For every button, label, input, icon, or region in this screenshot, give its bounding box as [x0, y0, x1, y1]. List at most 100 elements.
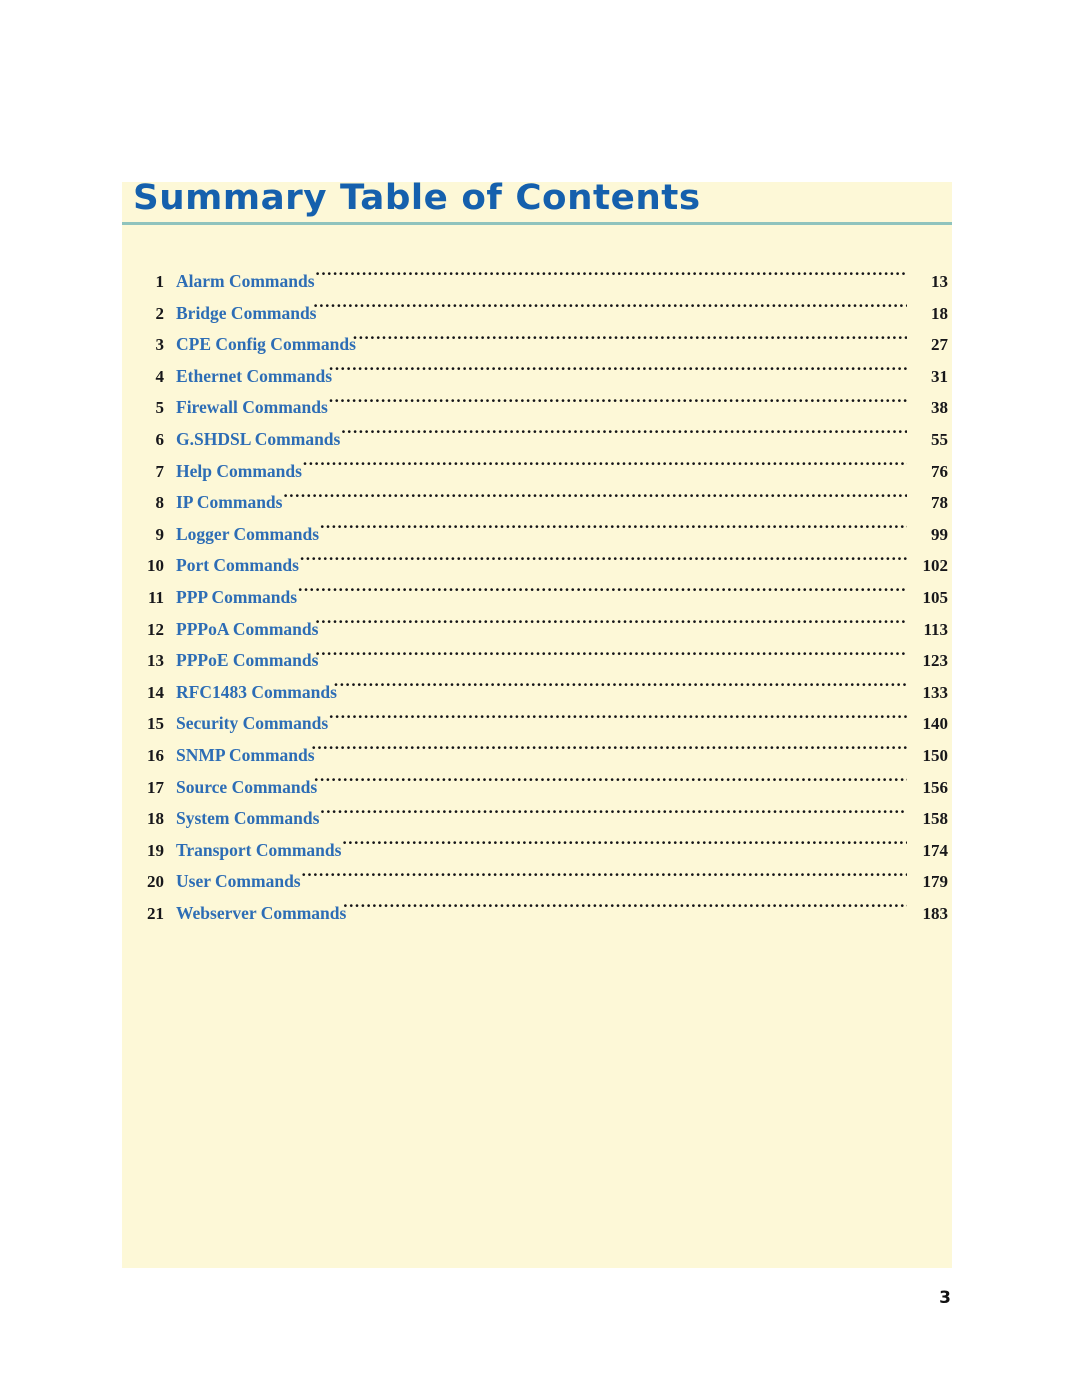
page-number-folio: 3 — [939, 1288, 951, 1308]
toc-entry[interactable]: 11 PPP Commands 105 — [122, 582, 952, 614]
toc-entry[interactable]: 9 Logger Commands 99 — [122, 519, 952, 551]
toc-dot-leader — [312, 741, 907, 761]
toc-entry-page-number: 133 — [922, 682, 949, 702]
toc-entry-number: 17 — [147, 777, 164, 797]
toc-dot-leader — [315, 646, 907, 666]
toc-entry-label[interactable]: Logger Commands — [176, 519, 319, 551]
toc-entry-label[interactable]: PPPoE Commands — [176, 645, 318, 677]
toc-entry-number: 13 — [147, 651, 164, 671]
toc-entry[interactable]: 13 PPPoE Commands 123 — [122, 645, 952, 677]
toc-dot-leader — [341, 425, 907, 445]
toc-entry-number: 15 — [147, 714, 164, 734]
toc-dot-leader — [303, 457, 907, 477]
toc-dot-leader — [314, 773, 907, 793]
toc-entry-page-number: 183 — [922, 903, 949, 923]
toc-entry-label[interactable]: Bridge Commands — [176, 298, 317, 330]
toc-entry-label[interactable]: Port Commands — [176, 550, 299, 582]
toc-entry-label[interactable]: Security Commands — [176, 708, 328, 740]
toc-entry-label[interactable]: PPPoA Commands — [176, 614, 318, 646]
toc-entry-number: 7 — [155, 461, 165, 481]
toc-entry-label[interactable]: Webserver Commands — [176, 898, 346, 930]
toc-entry-page-number: 150 — [922, 745, 949, 765]
toc-entry-page-number: 31 — [931, 366, 948, 386]
toc-dot-leader — [320, 520, 907, 540]
toc-entry-number: 10 — [147, 556, 164, 576]
toc-entry[interactable]: 4 Ethernet Commands 31 — [122, 361, 952, 393]
toc-entry-page-number: 99 — [931, 524, 948, 544]
toc-entry-label[interactable]: Alarm Commands — [176, 266, 315, 298]
toc-entry-label[interactable]: Source Commands — [176, 772, 317, 804]
toc-entry-number: 19 — [147, 840, 164, 860]
toc-dot-leader — [314, 299, 908, 319]
toc-entry[interactable]: 18 System Commands 158 — [122, 803, 952, 835]
toc-entry[interactable]: 16 SNMP Commands 150 — [122, 740, 952, 772]
toc-entry[interactable]: 5 Firewall Commands 38 — [122, 392, 952, 424]
toc-entry-number: 12 — [147, 619, 164, 639]
toc-entry-number: 18 — [147, 809, 164, 829]
toc-entry-page-number: 140 — [922, 714, 949, 734]
toc-entry-label[interactable]: System Commands — [176, 803, 319, 835]
toc-entry-label[interactable]: CPE Config Commands — [176, 329, 356, 361]
toc-entry-number: 21 — [147, 903, 164, 923]
toc-entry[interactable]: 15 Security Commands 140 — [122, 708, 952, 740]
toc-dot-leader — [320, 804, 907, 824]
toc-entry[interactable]: 12 PPPoA Commands 113 — [122, 614, 952, 646]
title-divider-rule — [122, 222, 952, 225]
toc-entry-page-number: 179 — [922, 872, 949, 892]
toc-entry[interactable]: 17 Source Commands 156 — [122, 772, 952, 804]
toc-entry-label[interactable]: G.SHDSL Commands — [176, 424, 340, 456]
toc-entry-label[interactable]: Firewall Commands — [176, 392, 328, 424]
toc-entry[interactable]: 20 User Commands 179 — [122, 866, 952, 898]
toc-entry[interactable]: 10 Port Commands 102 — [122, 550, 952, 582]
toc-dot-leader — [329, 709, 907, 729]
toc-entry-label[interactable]: Help Commands — [176, 456, 302, 488]
toc-entry-page-number: 55 — [931, 429, 948, 449]
toc-entry-page-number: 123 — [922, 651, 949, 671]
toc-entry-label[interactable]: IP Commands — [176, 487, 282, 519]
toc-entry-page-number: 102 — [922, 556, 949, 576]
toc-entry-number: 6 — [155, 429, 165, 449]
toc-entry[interactable]: 2 Bridge Commands 18 — [122, 298, 952, 330]
toc-entry-label[interactable]: RFC1483 Commands — [176, 677, 337, 709]
toc-entry-number: 3 — [155, 335, 165, 355]
toc-entry[interactable]: 1 Alarm Commands 13 — [122, 266, 952, 298]
toc-entry-number: 20 — [147, 872, 164, 892]
toc-dot-leader — [315, 615, 907, 635]
toc-dot-leader — [342, 836, 907, 856]
toc-dot-leader — [300, 551, 907, 571]
toc-entry[interactable]: 7 Help Commands 76 — [122, 456, 952, 488]
toc-entry-label[interactable]: User Commands — [176, 866, 301, 898]
toc-entry-page-number: 78 — [931, 493, 948, 513]
toc-entry-label[interactable]: SNMP Commands — [176, 740, 315, 772]
toc-dot-leader — [316, 267, 907, 287]
toc-entry-number: 4 — [155, 366, 165, 386]
toc-entry[interactable]: 19 Transport Commands 174 — [122, 835, 952, 867]
toc-entry[interactable]: 8 IP Commands 78 — [122, 487, 952, 519]
toc-entry-page-number: 105 — [922, 587, 949, 607]
toc-dot-leader — [329, 393, 907, 413]
toc-entry[interactable]: 3 CPE Config Commands 27 — [122, 329, 952, 361]
toc-entry-number: 16 — [147, 745, 164, 765]
toc-entry-label[interactable]: Transport Commands — [176, 835, 341, 867]
toc-entry-number: 8 — [155, 493, 165, 513]
toc-entry-page-number: 13 — [931, 272, 948, 291]
toc-entry-number: 1 — [155, 272, 165, 291]
page-title: Summary Table of Contents — [133, 178, 701, 218]
toc-entry-page-number: 38 — [931, 398, 948, 418]
toc-entry-page-number: 113 — [923, 619, 948, 639]
toc-entry-page-number: 18 — [931, 303, 948, 323]
toc-dot-leader — [353, 330, 907, 350]
toc-entry-label[interactable]: Ethernet Commands — [176, 361, 332, 393]
toc-entry[interactable]: 6 G.SHDSL Commands 55 — [122, 424, 952, 456]
toc-entry-page-number: 27 — [931, 335, 948, 355]
toc-entry-label[interactable]: PPP Commands — [176, 582, 297, 614]
toc-entry[interactable]: 21 Webserver Commands 183 — [122, 898, 952, 930]
table-of-contents: 1Alarm Commands132Bridge Commands183CPE … — [122, 266, 952, 929]
content-panel: Summary Table of Contents 1 Alarm Command… — [122, 178, 952, 1268]
toc-entry-page-number: 174 — [922, 840, 949, 860]
toc-entry[interactable]: 14 RFC1483 Commands 133 — [122, 677, 952, 709]
toc-dot-leader — [302, 867, 907, 887]
toc-entry-number: 2 — [155, 303, 165, 323]
toc-entry-page-number: 158 — [922, 809, 949, 829]
toc-dot-leader — [283, 488, 907, 508]
